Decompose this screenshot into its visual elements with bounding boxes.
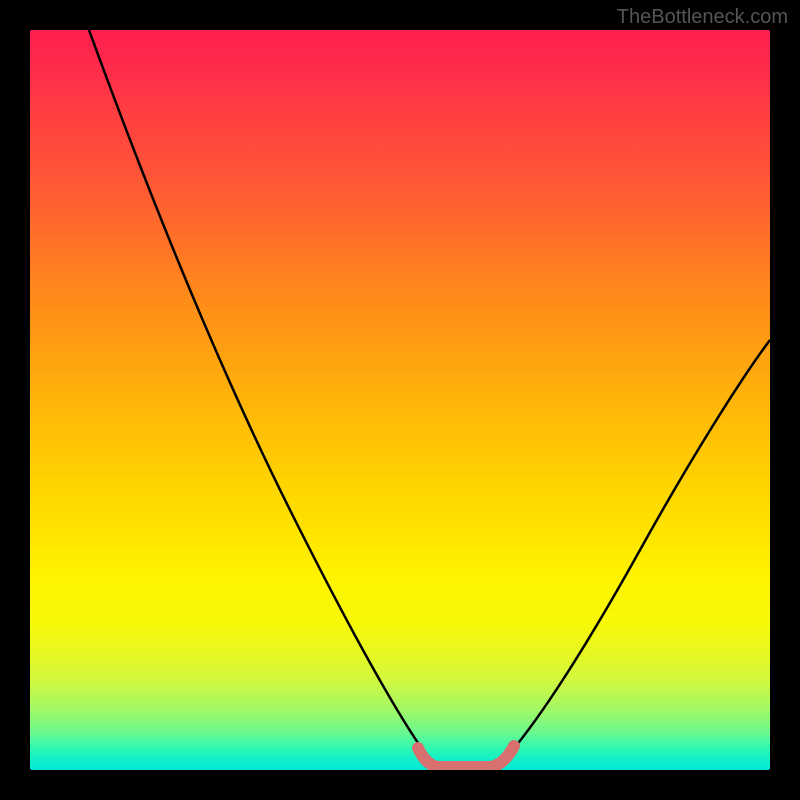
right-curve-path bbox=[504, 340, 770, 760]
valley-marker-path bbox=[418, 746, 514, 767]
watermark-text: TheBottleneck.com bbox=[617, 6, 788, 29]
left-curve-path bbox=[89, 30, 430, 760]
chart-curves-layer bbox=[30, 30, 770, 770]
chart-plot-area bbox=[30, 30, 770, 770]
